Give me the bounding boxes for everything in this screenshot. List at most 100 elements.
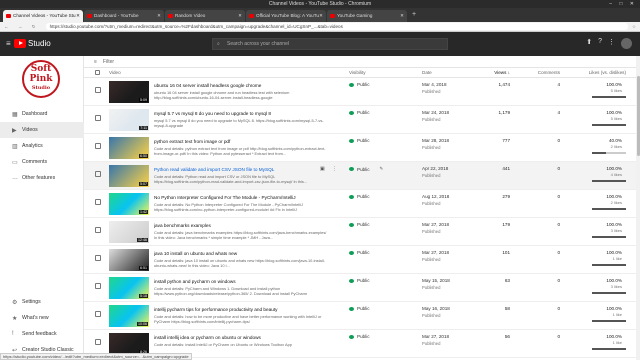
video-thumbnail[interactable]: 6:50 — [109, 137, 149, 159]
sidebar-item-other-features[interactable]: … Other features — [0, 170, 84, 186]
upload-icon[interactable]: ⬆ — [586, 38, 592, 49]
video-thumbnail[interactable]: 6:51 — [109, 249, 149, 271]
apps-icon[interactable]: ⋮ — [608, 38, 615, 49]
select-all-checkbox[interactable] — [95, 69, 100, 75]
table-row[interactable]: 12:46 java benchmarks examples Code and de… — [84, 218, 640, 246]
sidebar-item-settings[interactable]: ⚙ Settings — [0, 294, 84, 310]
close-tab-icon[interactable]: ✕ — [157, 10, 161, 22]
video-thumbnail[interactable]: 7:11 — [109, 109, 149, 131]
visibility-cell[interactable]: Public — [349, 250, 370, 255]
video-thumbnail[interactable]: 12:46 — [109, 221, 149, 243]
video-title[interactable]: intellij pycharm tips for performance pr… — [154, 307, 329, 312]
row-checkbox[interactable] — [95, 339, 101, 345]
video-thumbnail[interactable]: 5:09 — [109, 81, 149, 103]
table-row[interactable]: 5:18 install python and pycharm on window… — [84, 274, 640, 302]
table-row[interactable]: 5:07 Python read validate and import CSV … — [84, 162, 640, 190]
search-input[interactable]: ⌕ Search across your channel — [212, 38, 448, 50]
video-thumbnail[interactable]: 1:42 — [109, 193, 149, 215]
video-title[interactable]: python extract text from image or pdf — [154, 139, 329, 144]
browser-tab[interactable]: Random Video ✕ — [165, 10, 245, 22]
header-date[interactable]: Date — [422, 70, 432, 75]
filter-bar[interactable]: ≡ Filter — [84, 56, 640, 68]
header-visibility[interactable]: Visibility — [349, 70, 366, 75]
video-title[interactable]: Python read validate and import CSV JSON… — [154, 167, 329, 172]
table-row[interactable]: 6:50 python extract text from image or pd… — [84, 134, 640, 162]
window-controls[interactable]: – □ ✕ — [609, 0, 637, 8]
row-checkbox[interactable] — [95, 143, 101, 149]
table-row[interactable]: 10:06 intellij pycharm tips for performan… — [84, 302, 640, 330]
edit-icon[interactable]: ✎ — [380, 166, 384, 172]
video-thumbnail[interactable]: 8:26 — [109, 333, 149, 355]
sidebar-item-dashboard[interactable]: ▦ Dashboard — [0, 106, 84, 122]
browser-tab[interactable]: YouTube Gaming ✕ — [327, 10, 407, 22]
browser-tab[interactable]: Dashboard - YouTube ✕ — [84, 10, 164, 22]
row-checkbox[interactable] — [95, 227, 101, 233]
date-cell: Apr 22, 2018 Published — [422, 166, 448, 178]
visibility-cell[interactable]: Public — [349, 334, 370, 339]
close-tab-icon[interactable]: ✕ — [319, 10, 323, 22]
sidebar-item-comments[interactable]: ▭ Comments — [0, 154, 84, 170]
visibility-cell[interactable]: Public — [349, 110, 370, 115]
video-title[interactable]: java benchmarks examples — [154, 223, 329, 228]
visibility-cell[interactable]: Public — [349, 222, 370, 227]
visibility-cell[interactable]: Public — [349, 82, 370, 87]
row-checkbox[interactable] — [95, 87, 101, 93]
visibility-cell[interactable]: Public — [349, 194, 370, 199]
date-value: May 16, 2018 — [422, 306, 450, 311]
visibility-cell[interactable]: Public ✎ — [349, 166, 383, 172]
table-row[interactable]: 7:11 mysql 5.7 vs mysql 8 do you need to … — [84, 106, 640, 134]
video-duration: 1:42 — [139, 210, 148, 214]
sidebar-item-analytics[interactable]: ▥ Analytics — [0, 138, 84, 154]
new-tab-button[interactable]: + — [408, 8, 416, 22]
video-thumbnail[interactable]: 5:07 — [109, 165, 149, 187]
table-row[interactable]: 5:09 ubuntu 16 04 server install headless… — [84, 78, 640, 106]
header-views[interactable]: Views ↓ — [474, 70, 510, 75]
row-checkbox[interactable] — [95, 283, 101, 289]
header-comments[interactable]: Comments — [526, 70, 560, 75]
row-checkbox[interactable] — [95, 115, 101, 121]
row-action-icons[interactable]: ▣ ⋮ — [320, 166, 340, 172]
visibility-cell[interactable]: Public — [349, 306, 370, 311]
video-title[interactable]: ubuntu 16 04 server install headless goo… — [154, 83, 329, 88]
close-tab-icon[interactable]: ✕ — [76, 10, 80, 22]
hamburger-menu-icon[interactable]: ≡ — [6, 39, 11, 48]
row-checkbox[interactable] — [95, 311, 101, 317]
video-thumbnail[interactable]: 10:06 — [109, 305, 149, 327]
visibility-cell[interactable]: Public — [349, 138, 370, 143]
sidebar-item-whats-new[interactable]: ★ What's new — [0, 310, 84, 326]
likes-ratio-bar — [592, 208, 626, 210]
video-thumbnail[interactable]: 5:18 — [109, 277, 149, 299]
row-checkbox[interactable] — [95, 199, 101, 205]
table-row[interactable]: 1:42 No Python Interpreter Configured For… — [84, 190, 640, 218]
close-tab-icon[interactable]: ✕ — [400, 10, 404, 22]
youtube-logo-icon[interactable] — [14, 39, 26, 48]
video-title[interactable]: mysql 5.7 vs mysql 8 do you need to upgr… — [154, 111, 329, 116]
header-video: Video — [109, 70, 121, 75]
avatar[interactable] — [621, 38, 632, 49]
row-checkbox[interactable] — [95, 171, 101, 177]
scrollbar[interactable] — [636, 56, 640, 360]
public-eye-icon — [349, 250, 354, 255]
url-field[interactable]: https://studio.youtube.com/?utm_medium=r… — [45, 23, 628, 30]
window-title: Channel Videos - YouTube Studio - Chromi… — [268, 1, 372, 7]
video-title[interactable]: No Python Interpreter Configured For The… — [154, 195, 329, 200]
scrollbar-thumb[interactable] — [636, 76, 640, 156]
channel-logo[interactable]: Soft Pink Studio — [22, 60, 60, 98]
header-likes[interactable]: Likes (vs. dislikes) — [564, 70, 626, 75]
bookmark-star-icon[interactable]: ☆ — [628, 24, 640, 30]
video-title[interactable]: java 10 install on ubuntu and whats new — [154, 251, 329, 256]
sidebar-item-send-feedback[interactable]: ! Send feedback — [0, 326, 84, 342]
video-title[interactable]: install intellij idea or pycharm on ubun… — [154, 335, 329, 340]
browser-tab[interactable]: Channel Videos - YouTube Stu ✕ — [3, 10, 83, 22]
browser-nav-icons[interactable]: ← → ↻ — [4, 24, 40, 30]
table-row[interactable]: 6:51 java 10 install on ubuntu and whats … — [84, 246, 640, 274]
visibility-cell[interactable]: Public — [349, 278, 370, 283]
video-title[interactable]: install python and pycharm on windows — [154, 279, 329, 284]
browser-tab[interactable]: Official YouTube Blog: A YouTu ✕ — [246, 10, 326, 22]
views-cell: 58 — [504, 306, 510, 311]
help-icon[interactable]: ? — [598, 38, 602, 49]
sidebar-item-videos[interactable]: ▶ Videos — [0, 122, 84, 138]
close-tab-icon[interactable]: ✕ — [238, 10, 242, 22]
studio-label[interactable]: Studio — [28, 39, 51, 48]
row-checkbox[interactable] — [95, 255, 101, 261]
